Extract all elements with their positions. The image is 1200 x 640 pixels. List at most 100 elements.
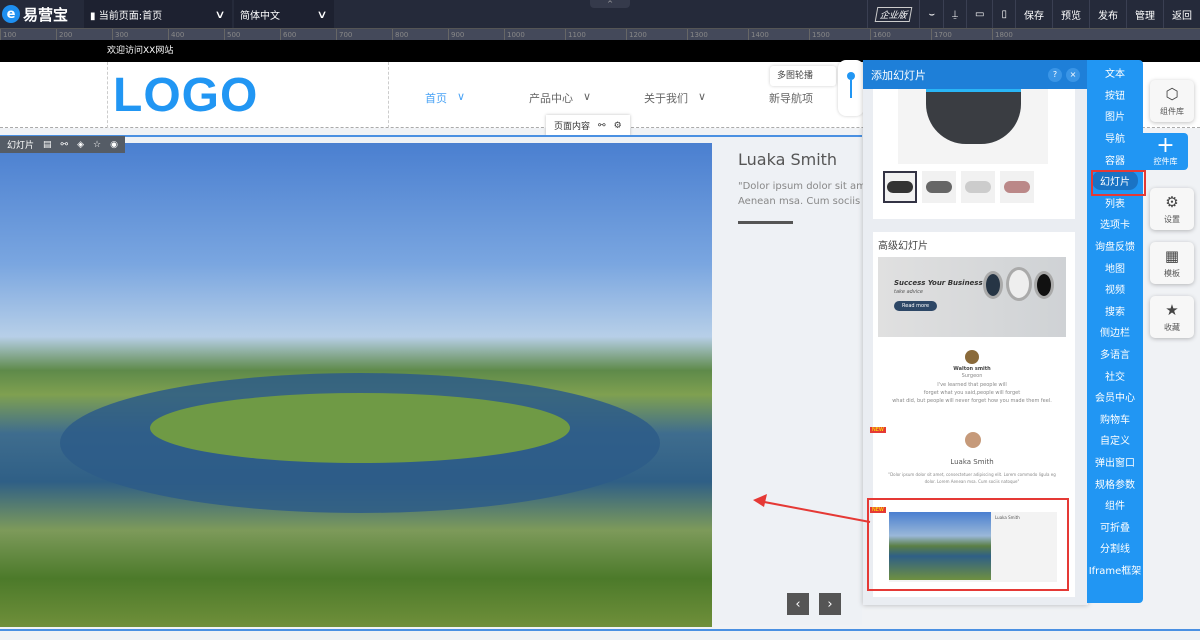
slide-text: Luaka Smith "Dolor ipsum dolor sit amet,…: [738, 150, 880, 224]
category-label: 弹出窗口: [1095, 457, 1135, 469]
category-label: 图片: [1105, 112, 1125, 124]
slide-body: "Dolor ipsum dolor sit amet,: [738, 181, 880, 192]
category-item[interactable]: 购物车: [1087, 408, 1143, 430]
language-selector[interactable]: 简体中文 ∨: [234, 0, 334, 28]
gears-icon: ⚙: [1165, 193, 1179, 211]
category-label: 自定义: [1100, 436, 1130, 448]
welcome-bar[interactable]: 欢迎访问XX网站: [0, 40, 1200, 62]
slider-template-testimonial-2[interactable]: Luaka Smith "Dolor ipsum dolor sit amet,…: [878, 430, 1066, 498]
category-label: 多语言: [1100, 350, 1130, 362]
category-label: 文本: [1105, 69, 1125, 81]
panel-header: 添加幻灯片 ? ×: [863, 60, 1088, 89]
category-label: 容器: [1105, 155, 1125, 167]
category-item[interactable]: 询盘反馈: [1087, 235, 1143, 257]
close-button[interactable]: ×: [1066, 67, 1080, 82]
category-label: 按钮: [1105, 90, 1125, 102]
category-label: 侧边栏: [1100, 328, 1130, 340]
page-selector-label: 当前页面:首页: [98, 10, 163, 22]
next-slide-button[interactable]: ›: [819, 593, 841, 615]
unlink-icon[interactable]: ⚯: [598, 121, 606, 131]
category-label: 会员中心: [1095, 393, 1135, 405]
cube-icon: ⬡: [1165, 85, 1179, 103]
eye-icon[interactable]: ◉: [110, 140, 118, 150]
category-item[interactable]: 导航: [1087, 127, 1143, 149]
favorites-button[interactable]: ★ 收藏: [1150, 296, 1194, 338]
toggle-header-icon[interactable]: ⌣: [919, 0, 943, 28]
category-label: 选项卡: [1100, 220, 1130, 232]
help-button[interactable]: ?: [1048, 67, 1062, 82]
slider-step-indicator: [838, 60, 864, 116]
slider-toolbar[interactable]: 幻灯片 ▤ ⚯ ◈ ☆ ◉: [0, 136, 125, 153]
carousel-tooltip: 多图轮播: [770, 66, 836, 86]
star-icon: ★: [1165, 301, 1179, 319]
slide-name: Luaka Smith: [738, 150, 838, 169]
save-button[interactable]: 保存: [1015, 0, 1052, 28]
category-item[interactable]: 多语言: [1087, 343, 1143, 365]
category-item[interactable]: 按钮: [1087, 84, 1143, 106]
category-item[interactable]: 规格参数: [1087, 472, 1143, 494]
desktop-view-icon[interactable]: ▭: [966, 0, 992, 28]
category-label: 购物车: [1100, 414, 1130, 426]
prev-slide-button[interactable]: ‹: [787, 593, 809, 615]
chevron-down-icon: ∨: [316, 7, 328, 21]
category-item[interactable]: 分割线: [1087, 537, 1143, 559]
category-item[interactable]: 可折叠: [1087, 515, 1143, 537]
star-icon[interactable]: ☆: [93, 140, 101, 150]
category-item[interactable]: 侧边栏: [1087, 321, 1143, 343]
settings-button[interactable]: ⚙ 设置: [1150, 188, 1194, 230]
slider-template-basic[interactable]: [873, 89, 1075, 219]
template-button[interactable]: ▦ 模板: [1150, 242, 1194, 284]
canvas-bottom-border: [0, 629, 1200, 631]
category-label: 分割线: [1100, 544, 1130, 556]
nav-item-products[interactable]: 产品中心 ∨: [529, 90, 591, 106]
category-item[interactable]: 容器: [1087, 148, 1143, 170]
back-button[interactable]: 返回: [1163, 0, 1200, 28]
category-item[interactable]: 自定义: [1087, 429, 1143, 451]
page-content-toolbar[interactable]: 页面内容 ⚯ ⚙: [546, 115, 630, 136]
category-item[interactable]: 搜索: [1087, 300, 1143, 322]
mobile-view-icon[interactable]: ▯: [992, 0, 1015, 28]
brand-name: 易营宝: [23, 5, 69, 24]
publish-button[interactable]: 发布: [1089, 0, 1126, 28]
align-icon[interactable]: ⍊: [943, 0, 966, 28]
slider-component[interactable]: [0, 135, 862, 627]
edit-icon[interactable]: ▤: [43, 140, 52, 150]
category-label: Iframe框架: [1088, 565, 1142, 577]
grid-icon: ▦: [1164, 247, 1180, 265]
category-item[interactable]: Iframe框架: [1087, 559, 1143, 581]
slider-template-banner[interactable]: Success Your Business take advice Read m…: [878, 257, 1066, 337]
category-label: 地图: [1105, 263, 1125, 275]
category-item[interactable]: 选项卡: [1087, 213, 1143, 235]
control-library-button[interactable]: + 控件库: [1143, 133, 1188, 170]
slider-toolbar-label: 幻灯片: [7, 141, 35, 151]
nav-item-new[interactable]: 新导航项: [769, 90, 813, 106]
component-library-button[interactable]: ⬡ 组件库: [1150, 80, 1194, 122]
ruler: 100 200 300 400 500 600 700 800 900 1000 1100 1200 1…: [0, 28, 1200, 41]
category-list: 文本 按钮 图片 导航 容器 幻灯片 列表 选项卡 询盘反馈 地图 视频 搜索 侧边栏 多语言 社交 会员中心…: [1087, 60, 1143, 603]
category-label: 社交: [1105, 371, 1125, 383]
slide-image: [0, 143, 712, 627]
annotation-arrow: [753, 494, 871, 523]
category-item[interactable]: 弹出窗口: [1087, 451, 1143, 473]
site-logo[interactable]: LOGO: [113, 68, 258, 123]
gear-icon[interactable]: ⚙: [614, 121, 622, 131]
category-item[interactable]: 会员中心: [1087, 386, 1143, 408]
chevron-down-icon: ∨: [457, 90, 466, 103]
category-item[interactable]: 地图: [1087, 256, 1143, 278]
collapse-toggle[interactable]: ^: [590, 0, 630, 8]
nav-item-about[interactable]: 关于我们 ∨: [644, 90, 706, 106]
preview-button[interactable]: 预览: [1052, 0, 1089, 28]
page-selector[interactable]: ▮ 当前页面:首页 ∨: [84, 0, 232, 28]
layers-icon[interactable]: ◈: [77, 140, 84, 150]
category-item[interactable]: 视频: [1087, 278, 1143, 300]
manage-button[interactable]: 管理: [1126, 0, 1163, 28]
slider-template-testimonial[interactable]: Walton smith Surgeon I've learned that p…: [878, 347, 1066, 417]
category-item[interactable]: 组件: [1087, 494, 1143, 516]
page-icon: ▮: [90, 10, 96, 22]
category-item[interactable]: 社交: [1087, 364, 1143, 386]
category-label: 列表: [1105, 198, 1125, 210]
category-item[interactable]: 图片: [1087, 105, 1143, 127]
unlink-icon[interactable]: ⚯: [61, 140, 69, 150]
nav-item-home[interactable]: 首页 ∨: [425, 90, 465, 106]
category-item[interactable]: 文本: [1087, 62, 1143, 84]
